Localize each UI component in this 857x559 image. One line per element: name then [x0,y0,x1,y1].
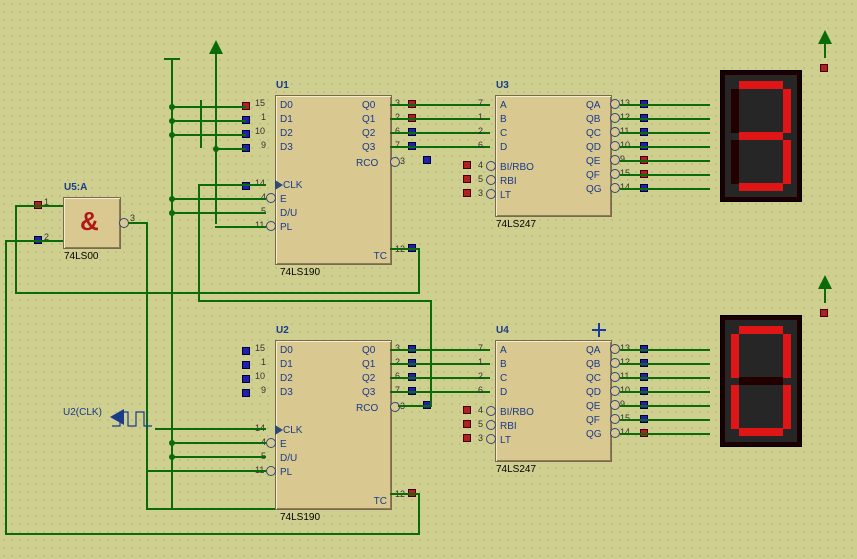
part-u4: 74LS247 [496,464,536,475]
seg-b [783,89,791,133]
seg-f [731,89,739,133]
part-u1: 74LS190 [280,267,320,278]
wire [146,508,276,510]
wire [146,222,148,510]
wire [128,222,148,224]
ref-u4: U4 [496,325,509,336]
cursor-crosshair [592,323,606,337]
seg-d [739,183,783,191]
ref-u2: U2 [276,325,289,336]
seg-g [739,132,783,140]
ref-u3: U3 [496,80,509,91]
clk-edge-u2 [275,425,283,435]
seg-g [739,377,783,385]
u1-tc: TC [374,251,387,262]
ref-u5a: U5:A [64,182,87,193]
power-arrow-right-2 [818,275,832,289]
part-u3: 74LS247 [496,219,536,230]
probe-wave-icon [110,406,160,428]
power-arrow-right [818,30,832,44]
power-arrow-left [209,40,223,54]
gate-u5a[interactable]: U5:A 74LS00 & [63,197,121,249]
probe-label: U2(CLK) [63,407,102,418]
seg-f [731,334,739,378]
ref-u1: U1 [276,80,289,91]
u1-pl: D0 [280,100,293,111]
seg-b [783,334,791,378]
seg-c [783,385,791,429]
schematic-canvas[interactable]: U5:A 74LS00 & 1 2 3 U1 74LS190 TC D0 D1 … [0,0,857,559]
seg-d [739,428,783,436]
seg-e [731,385,739,429]
seg-a [739,81,783,89]
part-u2: 74LS190 [280,512,320,523]
clk-edge-u1 [275,180,283,190]
nand-symbol: & [80,206,99,237]
part-u5a: 74LS00 [64,251,98,262]
seg-a [739,326,783,334]
seven-segment-top[interactable] [720,70,802,202]
wire [824,44,826,58]
seven-segment-bottom[interactable] [720,315,802,447]
seg-c [783,140,791,184]
seg-e [731,140,739,184]
